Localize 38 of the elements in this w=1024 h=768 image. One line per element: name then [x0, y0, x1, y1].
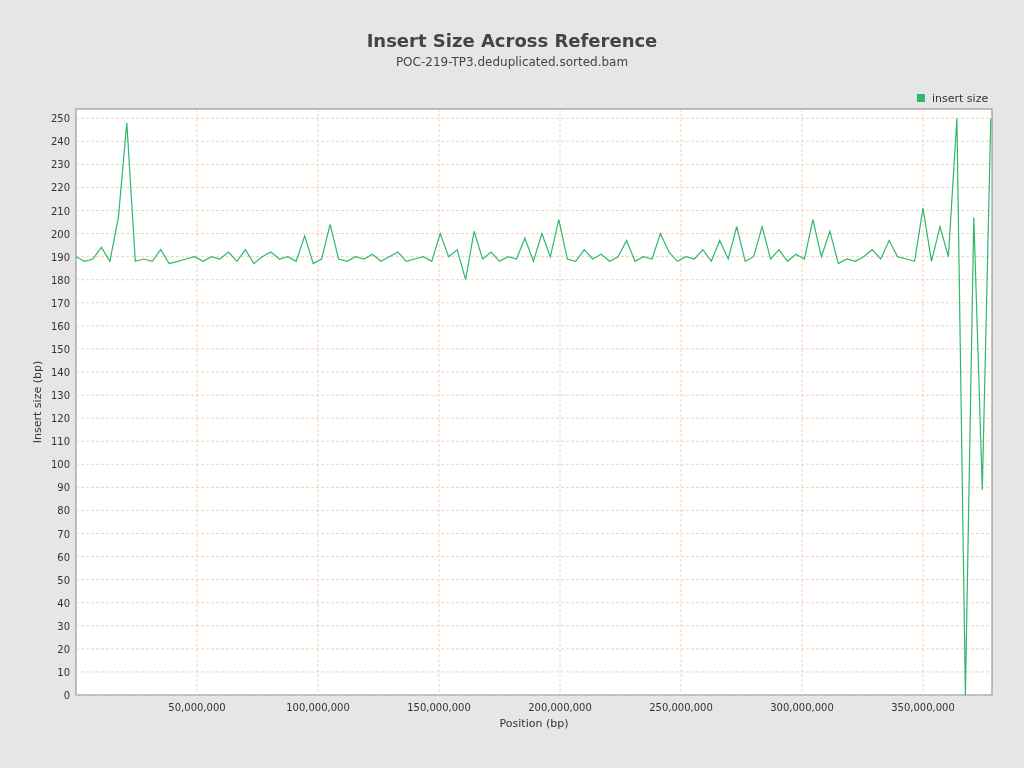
y-tick-label: 170: [50, 297, 70, 309]
y-tick-label: 240: [50, 136, 70, 148]
y-tick-label: 30: [57, 620, 70, 632]
y-tick-label: 150: [50, 343, 70, 355]
x-tick-label: 50,000,000: [168, 702, 226, 713]
y-tick-label: 160: [50, 320, 70, 332]
y-tick-label: 140: [50, 367, 70, 378]
y-tick-label: 200: [50, 228, 70, 240]
x-tick-label: 350,000,000: [891, 702, 955, 713]
y-tick-label: 120: [50, 413, 70, 425]
y-tick-label: 20: [57, 643, 70, 655]
y-tick-label: 60: [57, 551, 70, 563]
y-tick-label: 190: [50, 251, 70, 263]
y-tick-label: 40: [57, 597, 70, 609]
x-tick-label: 250,000,000: [649, 702, 713, 713]
y-tick-label: 230: [50, 159, 70, 171]
y-tick-label: 90: [57, 482, 70, 494]
y-tick-label: 10: [57, 666, 70, 678]
chart-title: Insert Size Across Reference: [366, 29, 658, 53]
y-tick-label: 110: [50, 436, 70, 448]
chart-subtitle: POC-219-TP3.deduplicated.sorted.bam: [395, 54, 629, 71]
y-tick-label: 50: [57, 574, 70, 586]
x-tick-label: 200,000,000: [528, 702, 592, 713]
y-tick-label: 220: [50, 182, 70, 194]
legend-label: insert size: [932, 92, 989, 105]
y-tick-label: 80: [57, 505, 70, 517]
y-tick-label: 250: [50, 113, 70, 125]
y-tick-label: 210: [50, 205, 70, 217]
x-axis-label: Position (bp): [499, 717, 569, 730]
y-tick-label: 130: [50, 390, 70, 402]
y-tick-label: 180: [50, 274, 70, 286]
x-tick-label: 150,000,000: [407, 702, 471, 713]
y-tick-label: 0: [63, 690, 70, 701]
x-tick-label: 100,000,000: [286, 702, 350, 713]
x-tick-label: 300,000,000: [770, 702, 834, 713]
y-tick-label: 70: [57, 528, 70, 540]
y-axis-label: Insert size (bp): [31, 360, 44, 444]
y-tick-label: 100: [50, 459, 70, 471]
